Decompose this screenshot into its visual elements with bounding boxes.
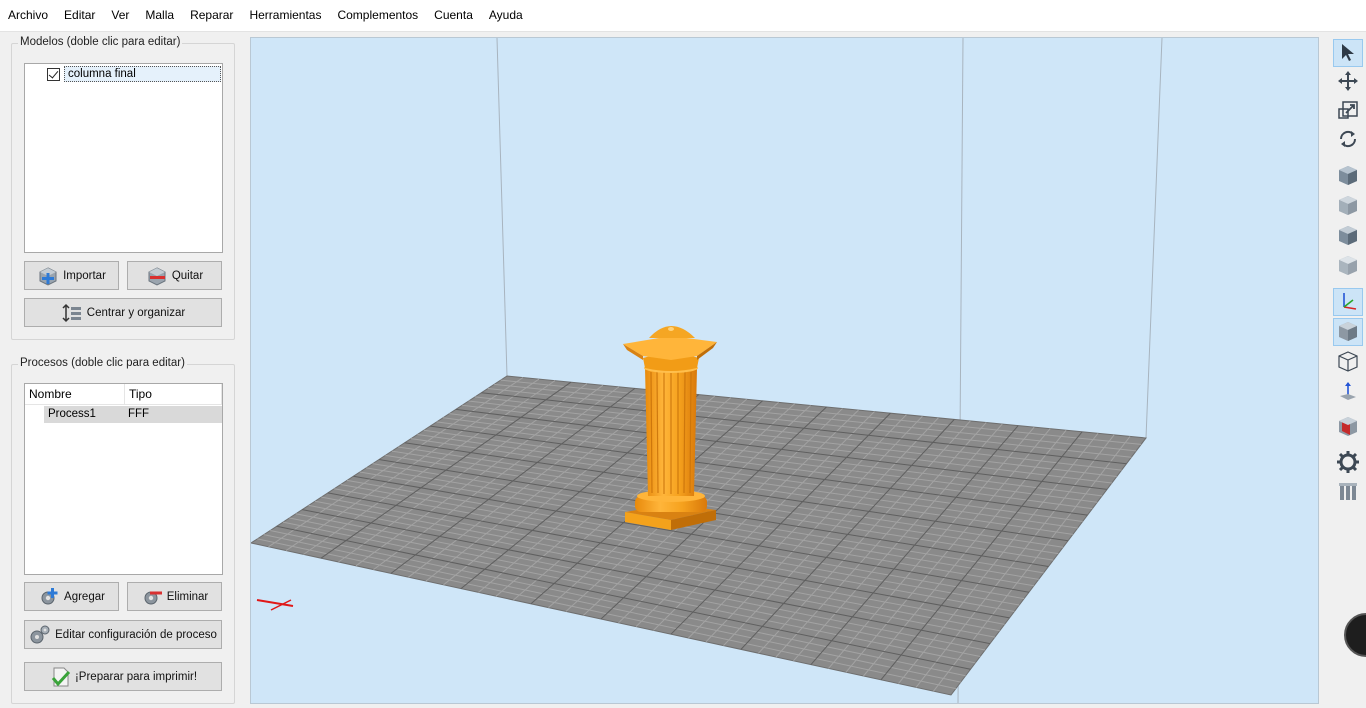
import-button-label: Importar	[63, 269, 106, 282]
rotate-tool[interactable]	[1333, 126, 1363, 154]
center-arrange-label: Centrar y organizar	[86, 306, 186, 319]
process-type-cell: FFF	[128, 408, 150, 420]
3d-viewport[interactable]	[250, 37, 1319, 704]
import-cube-icon	[37, 265, 59, 287]
menu-herramientas[interactable]: Herramientas	[241, 7, 329, 23]
processes-table[interactable]: Nombre Tipo Process1 FFF	[24, 383, 223, 575]
process-name-cell: Process1	[48, 408, 96, 420]
model-name[interactable]: columna final	[64, 66, 221, 82]
rotate-icon	[1337, 128, 1359, 153]
models-list[interactable]: columna final	[24, 63, 223, 253]
edit-process-settings-button[interactable]: Editar configuración de proceso	[24, 620, 222, 649]
view-front-button[interactable]	[1333, 192, 1363, 220]
menu-malla[interactable]: Malla	[137, 7, 182, 23]
menu-cuenta[interactable]: Cuenta	[426, 7, 481, 23]
view-iso-button[interactable]	[1333, 162, 1363, 190]
model-visible-checkbox[interactable]	[47, 67, 60, 81]
z-axis-icon	[1337, 380, 1359, 405]
scale-icon	[1337, 99, 1359, 124]
scale-tool[interactable]	[1333, 97, 1363, 125]
title-strip	[0, 0, 1366, 3]
remove-button-label: Quitar	[171, 269, 204, 282]
scene-svg	[251, 38, 1163, 703]
wireframe-view-icon	[1337, 350, 1359, 375]
menu-list: Archivo Editar Ver Malla Reparar Herrami…	[0, 7, 531, 23]
cross-section-icon	[1337, 415, 1359, 440]
checkmark-document-icon	[49, 666, 71, 688]
menu-archivo[interactable]: Archivo	[0, 7, 56, 23]
solid-view-toggle[interactable]	[1333, 318, 1363, 346]
view-top-icon	[1337, 254, 1359, 279]
move-tool[interactable]	[1333, 68, 1363, 96]
axes-toggle[interactable]	[1333, 288, 1363, 316]
view-side-button[interactable]	[1333, 222, 1363, 250]
processes-group-title: Procesos (doble clic para editar)	[18, 357, 187, 369]
gears-icon	[29, 624, 51, 646]
delete-process-label: Eliminar	[166, 590, 209, 603]
menu-ver[interactable]: Ver	[103, 7, 137, 23]
left-panel: Modelos (doble clic para editar) columna…	[0, 32, 244, 708]
view-top-button[interactable]	[1333, 252, 1363, 280]
edit-process-settings-label: Editar configuración de proceso	[55, 628, 217, 641]
column-header-type[interactable]: Tipo	[125, 384, 222, 405]
delete-process-button[interactable]: Eliminar	[127, 582, 222, 611]
build-volume-edge	[496, 38, 508, 377]
settings-gear-icon	[1336, 450, 1360, 477]
menu-reparar[interactable]: Reparar	[182, 7, 241, 23]
import-button[interactable]: Importar	[24, 261, 119, 290]
axes-icon	[1337, 290, 1359, 315]
add-process-label: Agregar	[64, 590, 105, 603]
column-header-name[interactable]: Nombre	[25, 384, 125, 405]
move-icon	[1337, 70, 1359, 95]
prepare-to-print-button[interactable]: ¡Preparar para imprimir!	[24, 662, 222, 691]
menu-complementos[interactable]: Complementos	[329, 7, 426, 23]
models-group: Modelos (doble clic para editar) columna…	[11, 36, 235, 340]
remove-cube-icon	[146, 265, 168, 287]
center-arrange-button[interactable]: Centrar y organizar	[24, 298, 222, 327]
menu-editar[interactable]: Editar	[56, 7, 103, 23]
menu-ayuda[interactable]: Ayuda	[481, 7, 531, 23]
model-list-item[interactable]: columna final	[47, 66, 221, 82]
table-row[interactable]: Process1 FFF	[44, 406, 222, 423]
delete-gear-icon	[141, 586, 163, 608]
models-group-title: Modelos (doble clic para editar)	[18, 36, 183, 48]
remove-button[interactable]: Quitar	[127, 261, 222, 290]
z-axis-tool[interactable]	[1333, 378, 1363, 406]
arrange-icon	[61, 302, 83, 324]
select-tool[interactable]	[1333, 39, 1363, 67]
processes-group: Procesos (doble clic para editar) Nombre…	[11, 357, 235, 704]
add-process-button[interactable]: Agregar	[24, 582, 119, 611]
supports-button[interactable]	[1333, 479, 1363, 507]
menu-bar: Archivo Editar Ver Malla Reparar Herrami…	[0, 0, 1366, 32]
settings-button[interactable]	[1333, 449, 1363, 477]
add-gear-icon	[38, 586, 60, 608]
cross-section-tool[interactable]	[1333, 413, 1363, 441]
prepare-to-print-label: ¡Preparar para imprimir!	[74, 670, 198, 683]
view-iso-icon	[1337, 164, 1359, 189]
supports-icon	[1337, 481, 1359, 506]
solid-view-icon	[1337, 320, 1359, 345]
wireframe-view-toggle[interactable]	[1333, 348, 1363, 376]
view-front-icon	[1337, 194, 1359, 219]
build-volume-edge	[1145, 38, 1163, 439]
select-cursor-icon	[1338, 42, 1358, 65]
processes-table-header: Nombre Tipo	[25, 384, 222, 405]
view-side-icon	[1337, 224, 1359, 249]
right-toolbar	[1331, 36, 1366, 708]
